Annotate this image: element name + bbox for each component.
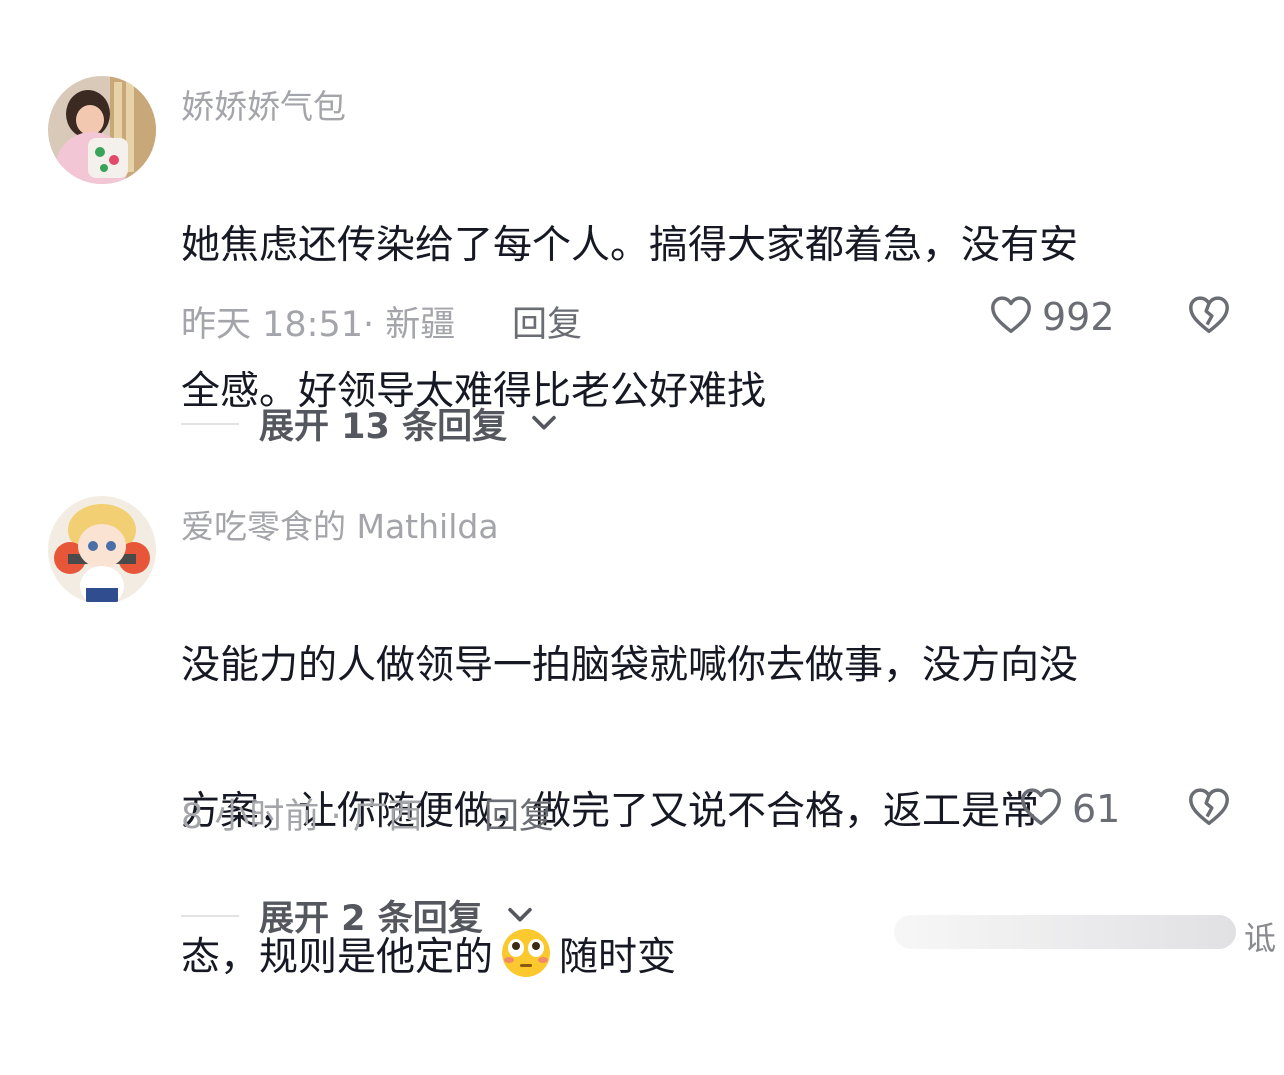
- expand-replies-label: 展开 13 条回复: [259, 407, 508, 447]
- like-count: 992: [1042, 295, 1115, 339]
- heart-outline-icon: [988, 292, 1034, 342]
- comment-text-line: 没能力的人做领导一拍脑袋就喊你去做事，没方向没: [181, 643, 1079, 688]
- avatar[interactable]: [48, 496, 156, 604]
- watermark-bar: [894, 915, 1236, 949]
- avatar[interactable]: [48, 76, 156, 184]
- watermark-text: 诋: [1244, 919, 1277, 957]
- like-button[interactable]: 61: [1018, 784, 1120, 834]
- chevron-down-icon: [503, 897, 537, 935]
- heart-outline-icon: [1018, 784, 1064, 834]
- comment-text-line: 她焦虑还传染给了每个人。搞得大家都着急，没有安: [181, 223, 1079, 268]
- comment-time-location: 昨天 18:51· 新疆: [181, 305, 456, 345]
- comment-text-segment: 态，规则是他定的: [181, 935, 494, 980]
- watermark: 诋: [868, 907, 1284, 959]
- like-count: 61: [1072, 787, 1121, 831]
- chevron-down-icon: [527, 405, 561, 443]
- like-button[interactable]: 992: [988, 292, 1115, 342]
- broken-heart-icon: [1186, 296, 1232, 342]
- dislike-button[interactable]: [1186, 292, 1232, 342]
- username[interactable]: 娇娇娇气包: [181, 80, 346, 128]
- divider-line: [181, 914, 239, 917]
- comment-time-location: 8 小时前 · 广西: [181, 797, 423, 837]
- expand-replies-button[interactable]: 展开 13 条回复: [181, 398, 561, 449]
- reply-button[interactable]: 回复: [512, 296, 582, 347]
- reply-button[interactable]: 回复: [484, 788, 554, 839]
- username[interactable]: 爱吃零食的 Mathilda: [181, 500, 499, 548]
- expand-replies-button[interactable]: 展开 2 条回复: [181, 890, 537, 941]
- comment-text-segment: 随时变: [559, 935, 677, 980]
- broken-heart-icon: [1186, 788, 1232, 834]
- divider-line: [181, 422, 239, 425]
- dislike-button[interactable]: [1186, 784, 1232, 834]
- expand-replies-label: 展开 2 条回复: [259, 899, 483, 939]
